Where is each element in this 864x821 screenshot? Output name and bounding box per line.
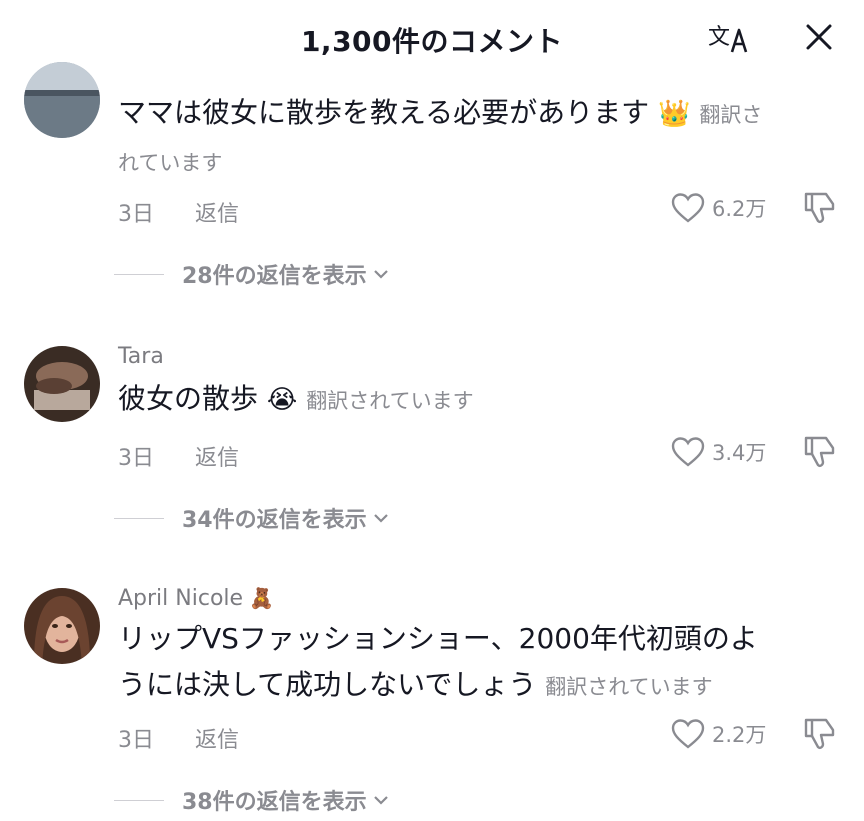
view-replies-button[interactable]: 34件の返信を表示 (114, 502, 389, 534)
avatar[interactable] (24, 588, 100, 664)
translated-label-cont[interactable]: れています (118, 151, 222, 175)
reply-button[interactable]: 返信 (195, 202, 239, 227)
comment-meta: 3日 返信 (118, 440, 239, 472)
dislike-icon[interactable] (800, 716, 838, 752)
translated-label[interactable]: 翻訳されています (306, 389, 473, 413)
reply-button[interactable]: 返信 (195, 446, 239, 471)
heart-icon (671, 193, 705, 223)
comment-meta: 3日 返信 (118, 196, 239, 228)
comment-text: 彼女の散歩 😭 翻訳されています (118, 382, 474, 415)
username[interactable]: April Nicole 🧸 (118, 586, 274, 611)
close-icon[interactable] (800, 18, 838, 56)
like-count: 6.2万 (712, 197, 767, 221)
chevron-down-icon (373, 514, 388, 523)
like-count: 3.4万 (712, 441, 767, 465)
translate-icon[interactable]: 文 (706, 18, 750, 58)
divider-line (114, 273, 164, 275)
view-replies-button[interactable]: 28件の返信を表示 (114, 258, 389, 290)
crown-emoji: 👑 (658, 99, 691, 129)
view-replies-button[interactable]: 38件の返信を表示 (114, 784, 389, 816)
teddy-bear-emoji: 🧸 (249, 586, 274, 610)
like-button[interactable]: 2.2万 (670, 718, 766, 750)
like-count: 2.2万 (712, 723, 767, 747)
username[interactable]: Tara (118, 344, 164, 369)
comment-text: ママは彼女に散歩を教える必要があります 👑 翻訳さ れています (118, 96, 763, 175)
comment-meta: 3日 返信 (118, 722, 239, 754)
heart-icon (671, 437, 705, 467)
like-button[interactable]: 3.4万 (670, 436, 766, 468)
translated-label[interactable]: 翻訳さ (699, 103, 762, 127)
avatar[interactable] (24, 62, 100, 138)
comment-text: リップVSファッションショー、2000年代初頭のよ うには決して成功しないでしょ… (118, 622, 758, 701)
divider-line (114, 799, 164, 801)
avatar[interactable] (24, 346, 100, 422)
like-button[interactable]: 6.2万 (670, 192, 766, 224)
heart-icon (671, 719, 705, 749)
divider-line (114, 517, 164, 519)
translated-label[interactable]: 翻訳されています (545, 675, 712, 699)
comment-time: 3日 (118, 728, 154, 753)
dislike-icon[interactable] (800, 434, 838, 470)
crying-emoji: 😭 (266, 385, 298, 415)
chevron-down-icon (373, 270, 388, 279)
comments-header: 1,300件のコメント 文 (0, 0, 864, 78)
reply-button[interactable]: 返信 (195, 728, 239, 753)
comment-time: 3日 (118, 446, 154, 471)
dislike-icon[interactable] (800, 190, 838, 226)
svg-text:文: 文 (708, 25, 730, 50)
chevron-down-icon (373, 796, 388, 805)
comment-time: 3日 (118, 202, 154, 227)
